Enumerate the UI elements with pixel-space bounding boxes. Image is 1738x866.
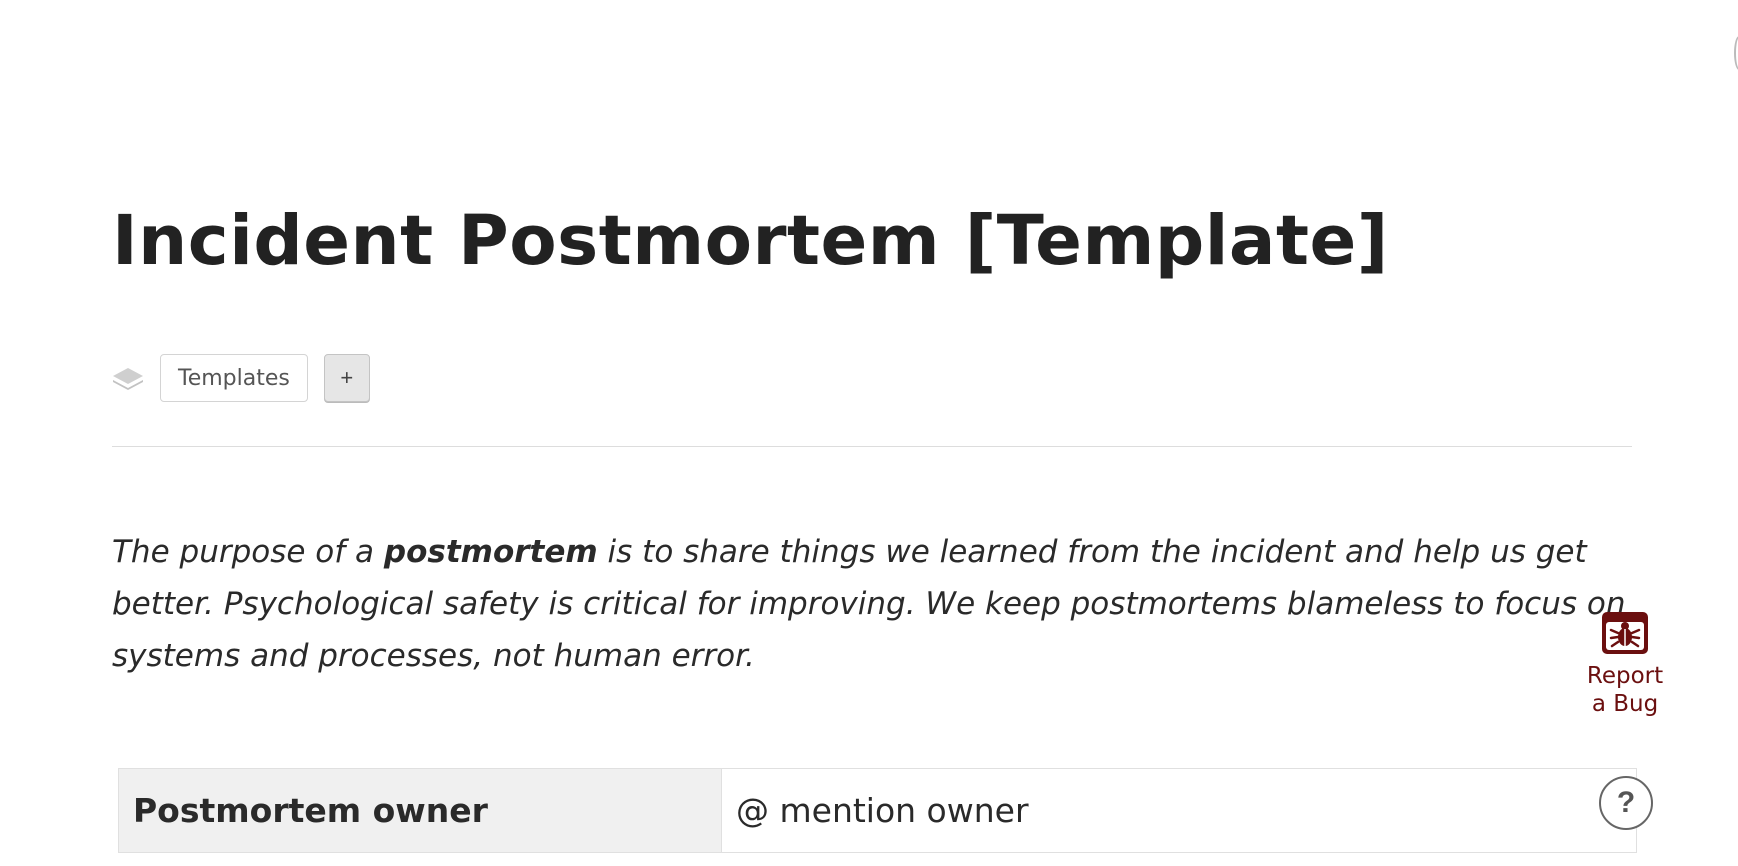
report-bug-button[interactable]: Report a Bug [1584, 610, 1666, 718]
tag-row: Templates + [112, 354, 370, 402]
page-title: Incident Postmortem [Template] [112, 201, 1389, 281]
intro-bold-term: postmortem [383, 534, 598, 570]
divider [112, 446, 1632, 447]
tag-templates[interactable]: Templates [160, 354, 308, 402]
table-row: Postmortem owner @ mention owner [118, 768, 1637, 853]
properties-table: Postmortem owner @ mention owner [118, 768, 1637, 853]
add-tag-button[interactable]: + [323, 354, 370, 402]
help-button[interactable]: ? [1599, 776, 1653, 830]
question-icon: ? [1616, 786, 1636, 819]
property-value-field[interactable]: @ mention owner [721, 768, 1637, 853]
report-bug-label-line1: Report [1586, 663, 1664, 689]
intro-paragraph: The purpose of a postmortem is to share … [112, 526, 1632, 682]
stack-layers-icon [112, 364, 144, 392]
report-bug-label-line2: a Bug [1591, 691, 1659, 717]
scrollbar-edge[interactable] [1734, 36, 1738, 70]
property-key: Postmortem owner [118, 768, 722, 853]
bug-icon [1600, 610, 1650, 656]
intro-text-start: The purpose of a [112, 534, 384, 570]
